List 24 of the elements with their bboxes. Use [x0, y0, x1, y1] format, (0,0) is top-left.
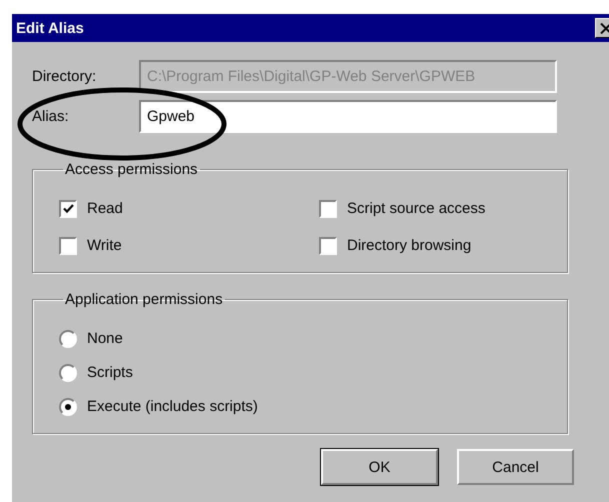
checkbox[interactable] [59, 236, 77, 254]
checkbox-label: Read [87, 200, 123, 217]
group-title: Access permissions [64, 161, 199, 178]
dialog-button[interactable]: OK [321, 449, 438, 485]
checkbox[interactable] [319, 200, 337, 218]
checkbox-label: Directory browsing [347, 237, 472, 254]
radio-label: None [87, 330, 123, 347]
checkbox-label: Write [87, 237, 122, 254]
radio-button[interactable] [59, 364, 77, 382]
radio-label: Scripts [87, 364, 133, 381]
field-label: Directory: [32, 68, 98, 85]
radio-button[interactable] [59, 398, 77, 416]
group-title: Application permissions [64, 291, 224, 308]
checkbox[interactable] [319, 236, 337, 254]
alias-field[interactable]: Gpweb [139, 100, 557, 133]
dialog-button[interactable]: Cancel [457, 449, 574, 485]
close-icon [600, 22, 609, 34]
radio-label: Execute (includes scripts) [87, 398, 258, 415]
checkbox-label: Script source access [347, 200, 486, 217]
radio-button[interactable] [59, 330, 77, 348]
checkbox[interactable] [59, 200, 77, 218]
check-icon [62, 204, 74, 214]
window-title: Edit Alias [16, 20, 84, 36]
field-label: Alias: [32, 108, 70, 125]
